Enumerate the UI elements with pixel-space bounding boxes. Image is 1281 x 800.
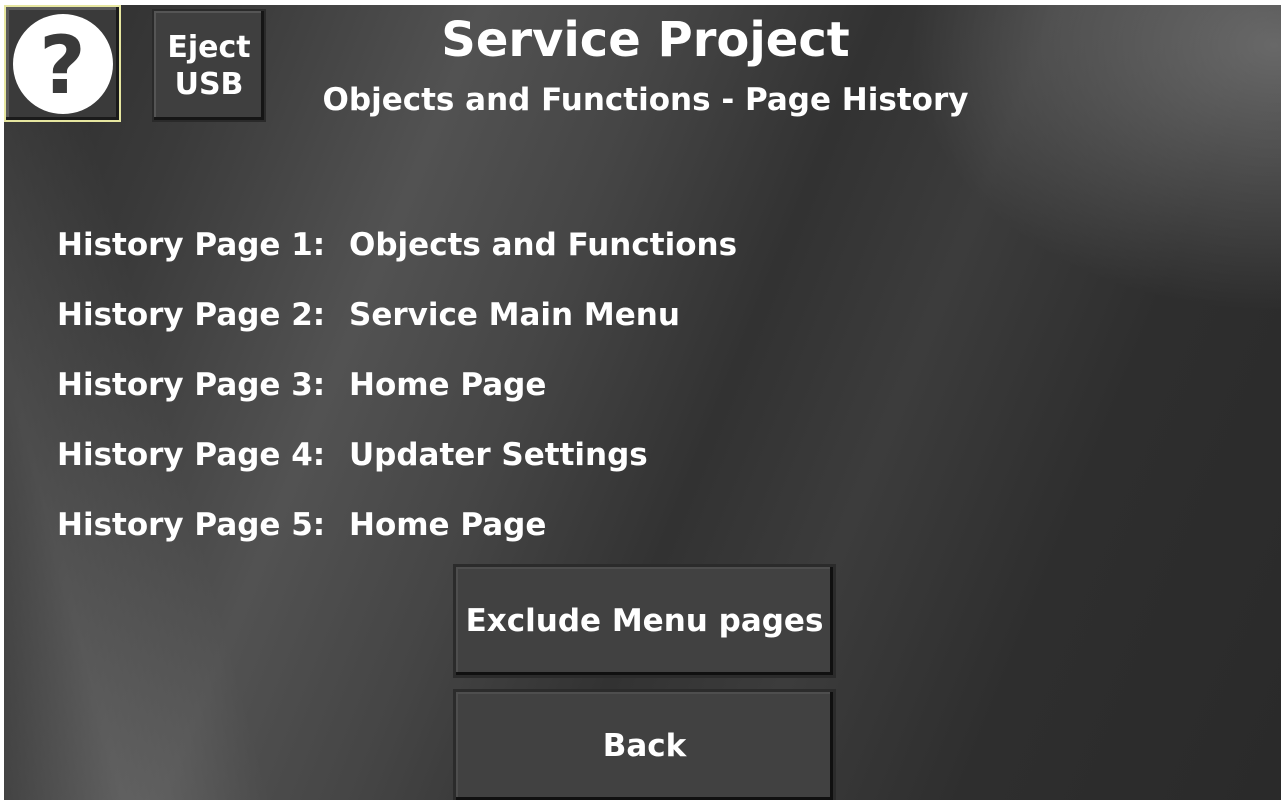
history-key: History Page 2: bbox=[57, 297, 326, 333]
history-row-1: History Page 1: Objects and Functions bbox=[57, 223, 737, 293]
history-list: History Page 1: Objects and Functions Hi… bbox=[57, 223, 737, 573]
history-key: History Page 4: bbox=[57, 437, 326, 473]
exclude-menu-pages-button[interactable]: Exclude Menu pages bbox=[453, 564, 836, 678]
history-row-5: History Page 5: Home Page bbox=[57, 503, 737, 573]
history-value: Home Page bbox=[349, 367, 547, 403]
page-subtitle: Objects and Functions - Page History bbox=[322, 82, 969, 118]
history-value: Updater Settings bbox=[349, 437, 648, 473]
exclude-menu-pages-label: Exclude Menu pages bbox=[465, 603, 824, 639]
history-key: History Page 1: bbox=[57, 227, 326, 263]
history-value: Home Page bbox=[349, 507, 547, 543]
back-button[interactable]: Back bbox=[453, 689, 836, 800]
history-row-2: History Page 2: Service Main Menu bbox=[57, 293, 737, 363]
history-value: Objects and Functions bbox=[349, 227, 738, 263]
hmi-screen: ? Eject USB Service Project Objects and … bbox=[4, 5, 1281, 800]
history-key: History Page 3: bbox=[57, 367, 326, 403]
history-key: History Page 5: bbox=[57, 507, 326, 543]
page-title: Service Project bbox=[441, 12, 850, 68]
history-value: Service Main Menu bbox=[349, 297, 680, 333]
back-label: Back bbox=[602, 728, 687, 764]
history-row-4: History Page 4: Updater Settings bbox=[57, 433, 737, 503]
history-row-3: History Page 3: Home Page bbox=[57, 363, 737, 433]
